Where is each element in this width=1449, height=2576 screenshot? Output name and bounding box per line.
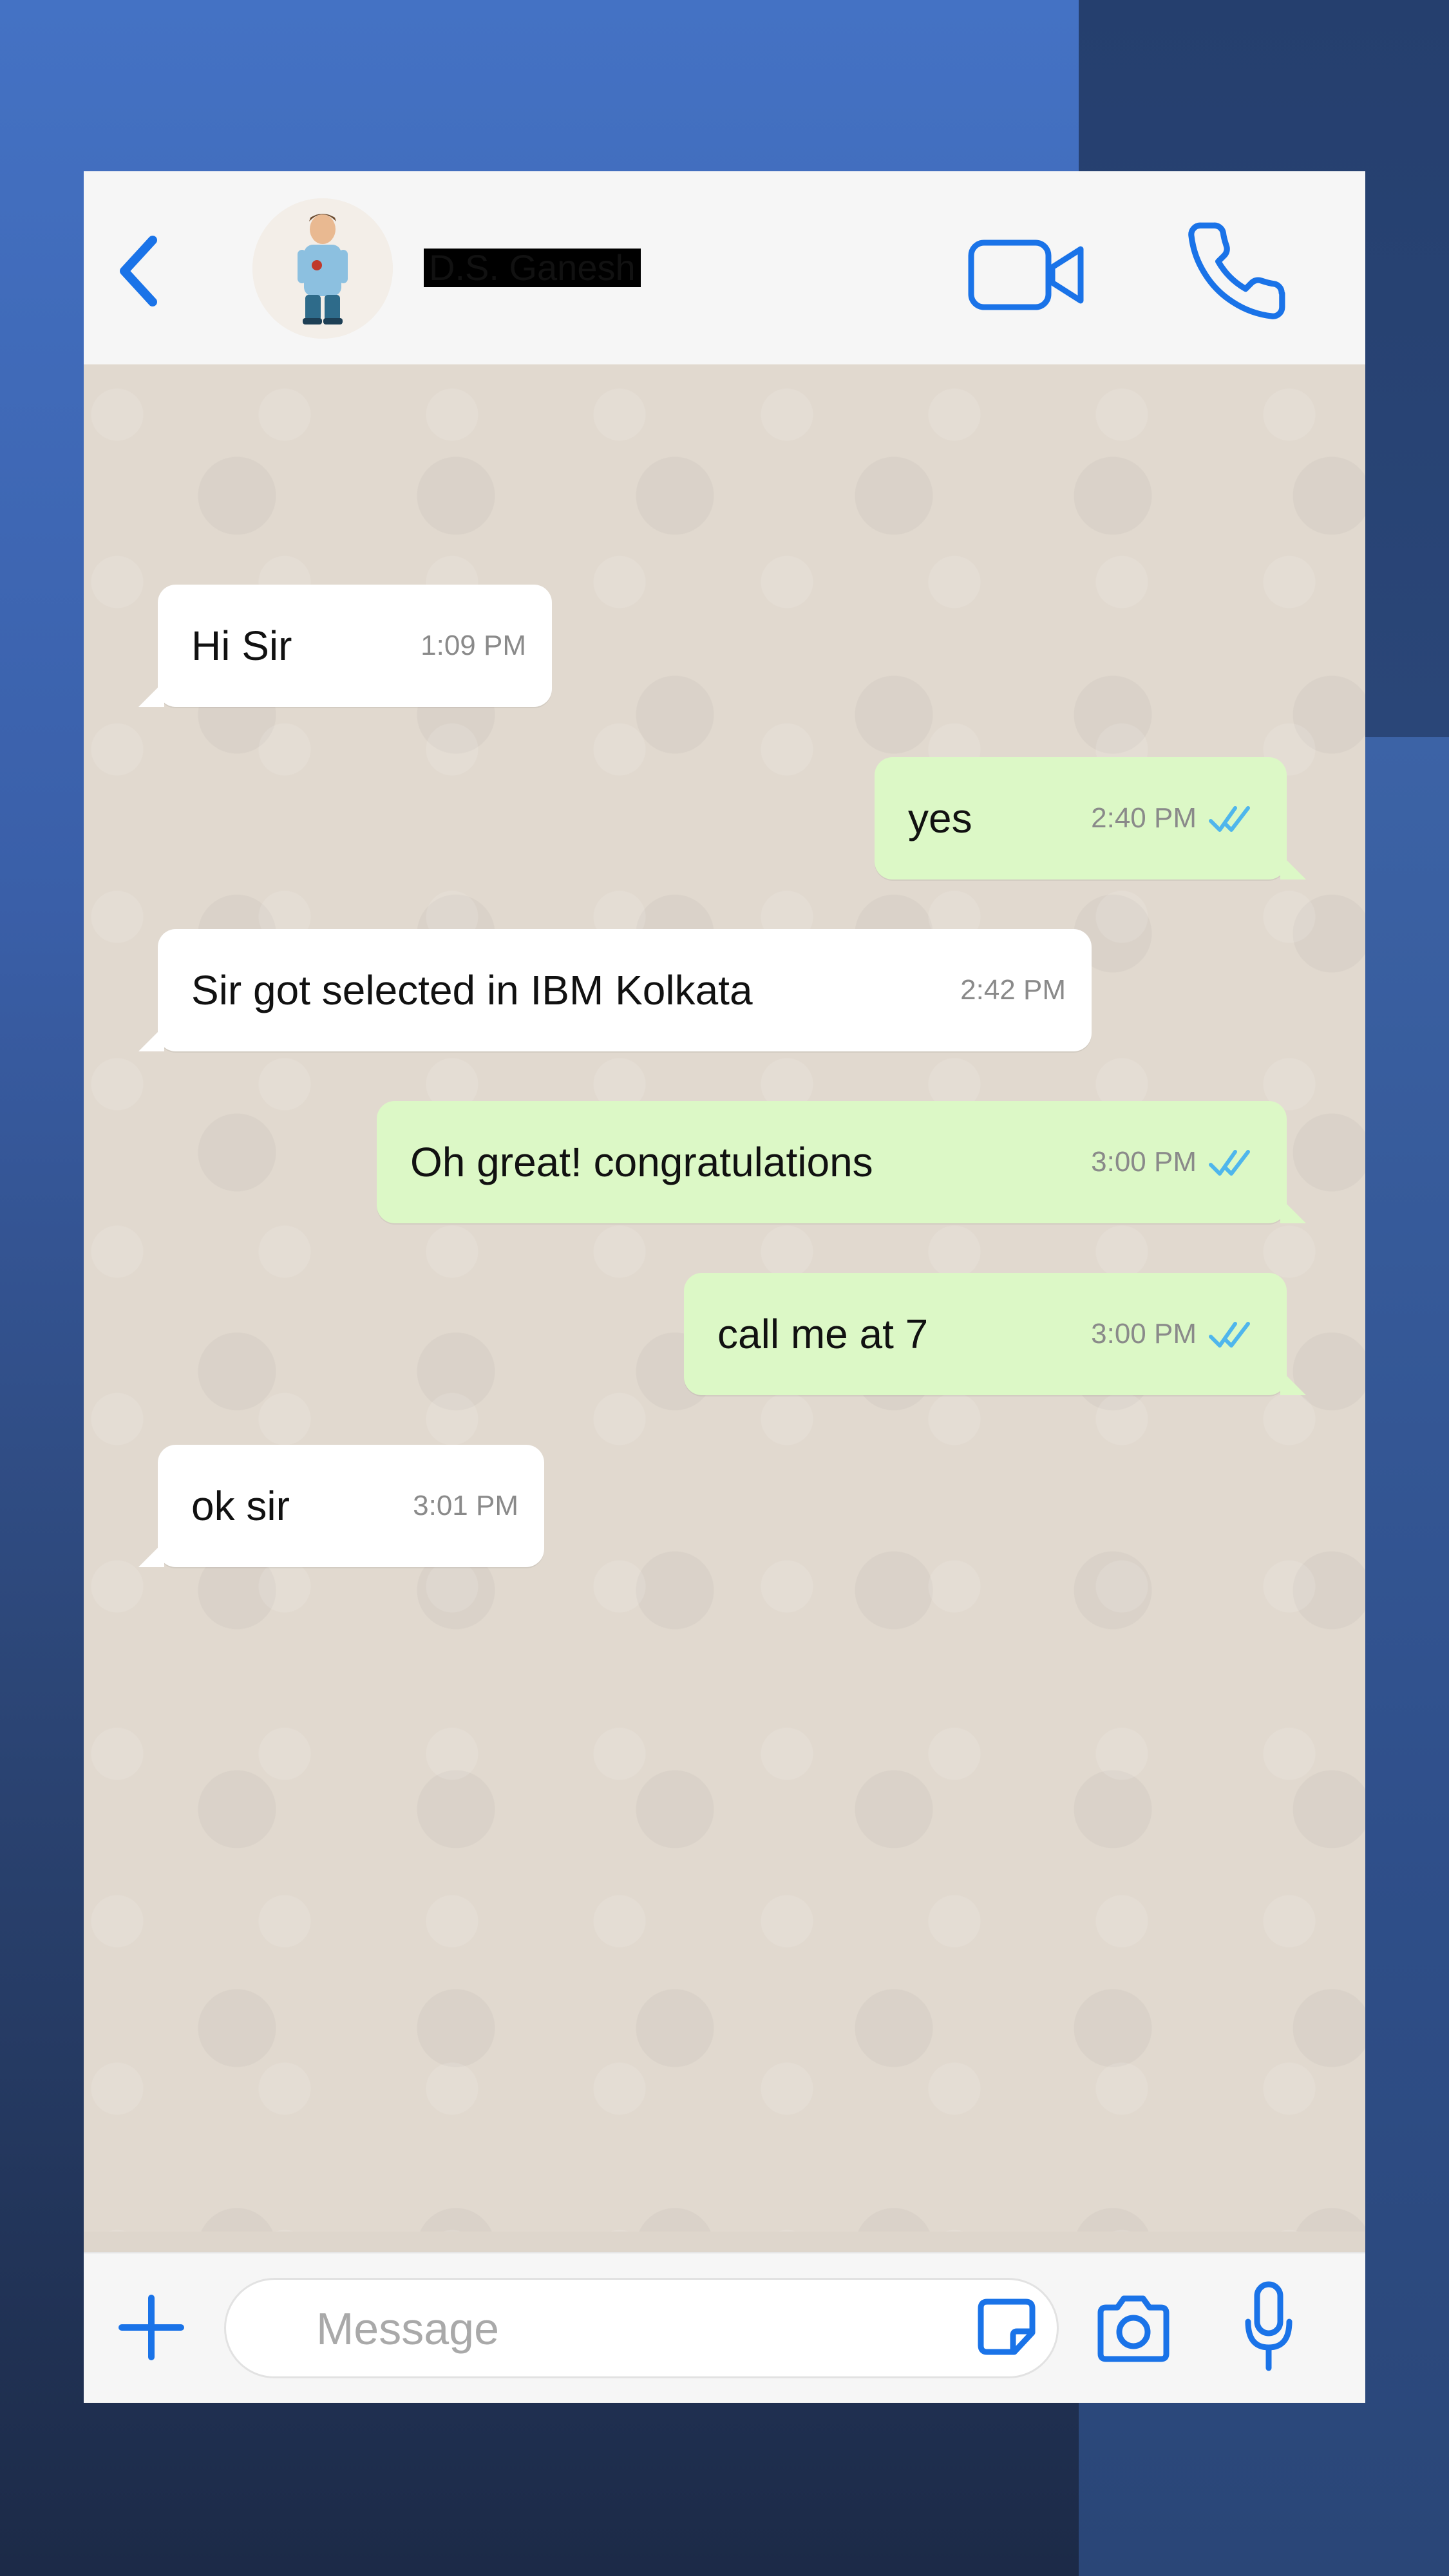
chat-window: D.S. Ganesh Hi Sir 1:09 PM yes 2:40 PM S…	[84, 171, 1365, 2403]
message-outgoing[interactable]: yes 2:40 PM	[875, 757, 1306, 879]
message-time: 1:09 PM	[421, 630, 526, 661]
double-check-icon	[1209, 1322, 1250, 1348]
message-text: Sir got selected in IBM Kolkata	[191, 967, 753, 1013]
microphone-button[interactable]	[1243, 2279, 1294, 2376]
message-incoming[interactable]: ok sir 3:01 PM	[138, 1445, 544, 1567]
message-time: 3:01 PM	[413, 1490, 518, 1521]
contact-name[interactable]: D.S. Ganesh	[424, 249, 641, 287]
camera-button[interactable]	[1092, 2291, 1175, 2368]
message-time: 3:00 PM	[1091, 1146, 1197, 1178]
message-time: 2:42 PM	[960, 974, 1066, 1006]
message-outgoing[interactable]: Oh great! congratulations 3:00 PM	[377, 1101, 1306, 1223]
composer-bar	[84, 2252, 1365, 2403]
bubble-tail	[1280, 1198, 1306, 1223]
voice-call-button[interactable]	[1179, 216, 1294, 326]
plus-icon	[118, 2295, 184, 2360]
message-text: ok sir	[191, 1483, 290, 1529]
message-text: call me at 7	[717, 1311, 929, 1357]
avatar-illustration	[252, 198, 393, 339]
double-check-icon	[1209, 1150, 1250, 1176]
sticker-icon	[978, 2299, 1036, 2355]
back-button[interactable]	[113, 232, 164, 310]
message-text: yes	[908, 795, 972, 841]
sticker-button[interactable]	[974, 2294, 1039, 2358]
message-text: Oh great! congratulations	[410, 1139, 873, 1185]
message-input[interactable]	[226, 2280, 1019, 2378]
camera-icon	[1097, 2295, 1170, 2362]
double-check-icon	[1209, 806, 1250, 832]
phone-icon	[1188, 222, 1285, 319]
bubble-tail	[138, 1541, 164, 1567]
microphone-icon	[1245, 2281, 1293, 2371]
bubble-tail	[138, 1026, 164, 1051]
avatar[interactable]	[252, 198, 393, 339]
message-incoming[interactable]: Hi Sir 1:09 PM	[138, 585, 552, 707]
bubble-tail	[1280, 1369, 1306, 1395]
message-field[interactable]	[224, 2278, 1059, 2378]
message-incoming[interactable]: Sir got selected in IBM Kolkata 2:42 PM	[138, 929, 1092, 1051]
message-time: 3:00 PM	[1091, 1318, 1197, 1349]
bubble-tail	[138, 681, 164, 707]
message-text: Hi Sir	[191, 623, 292, 669]
attach-button[interactable]	[113, 2289, 190, 2366]
bubble-tail	[1280, 854, 1306, 879]
video-call-button[interactable]	[966, 232, 1088, 316]
chat-area: Hi Sir 1:09 PM yes 2:40 PM Sir got selec…	[84, 364, 1365, 2232]
message-time: 2:40 PM	[1091, 802, 1197, 834]
video-camera-icon	[968, 240, 1084, 310]
chevron-left-icon	[120, 236, 157, 306]
message-outgoing[interactable]: call me at 7 3:00 PM	[684, 1273, 1306, 1395]
chat-header: D.S. Ganesh	[84, 171, 1365, 366]
